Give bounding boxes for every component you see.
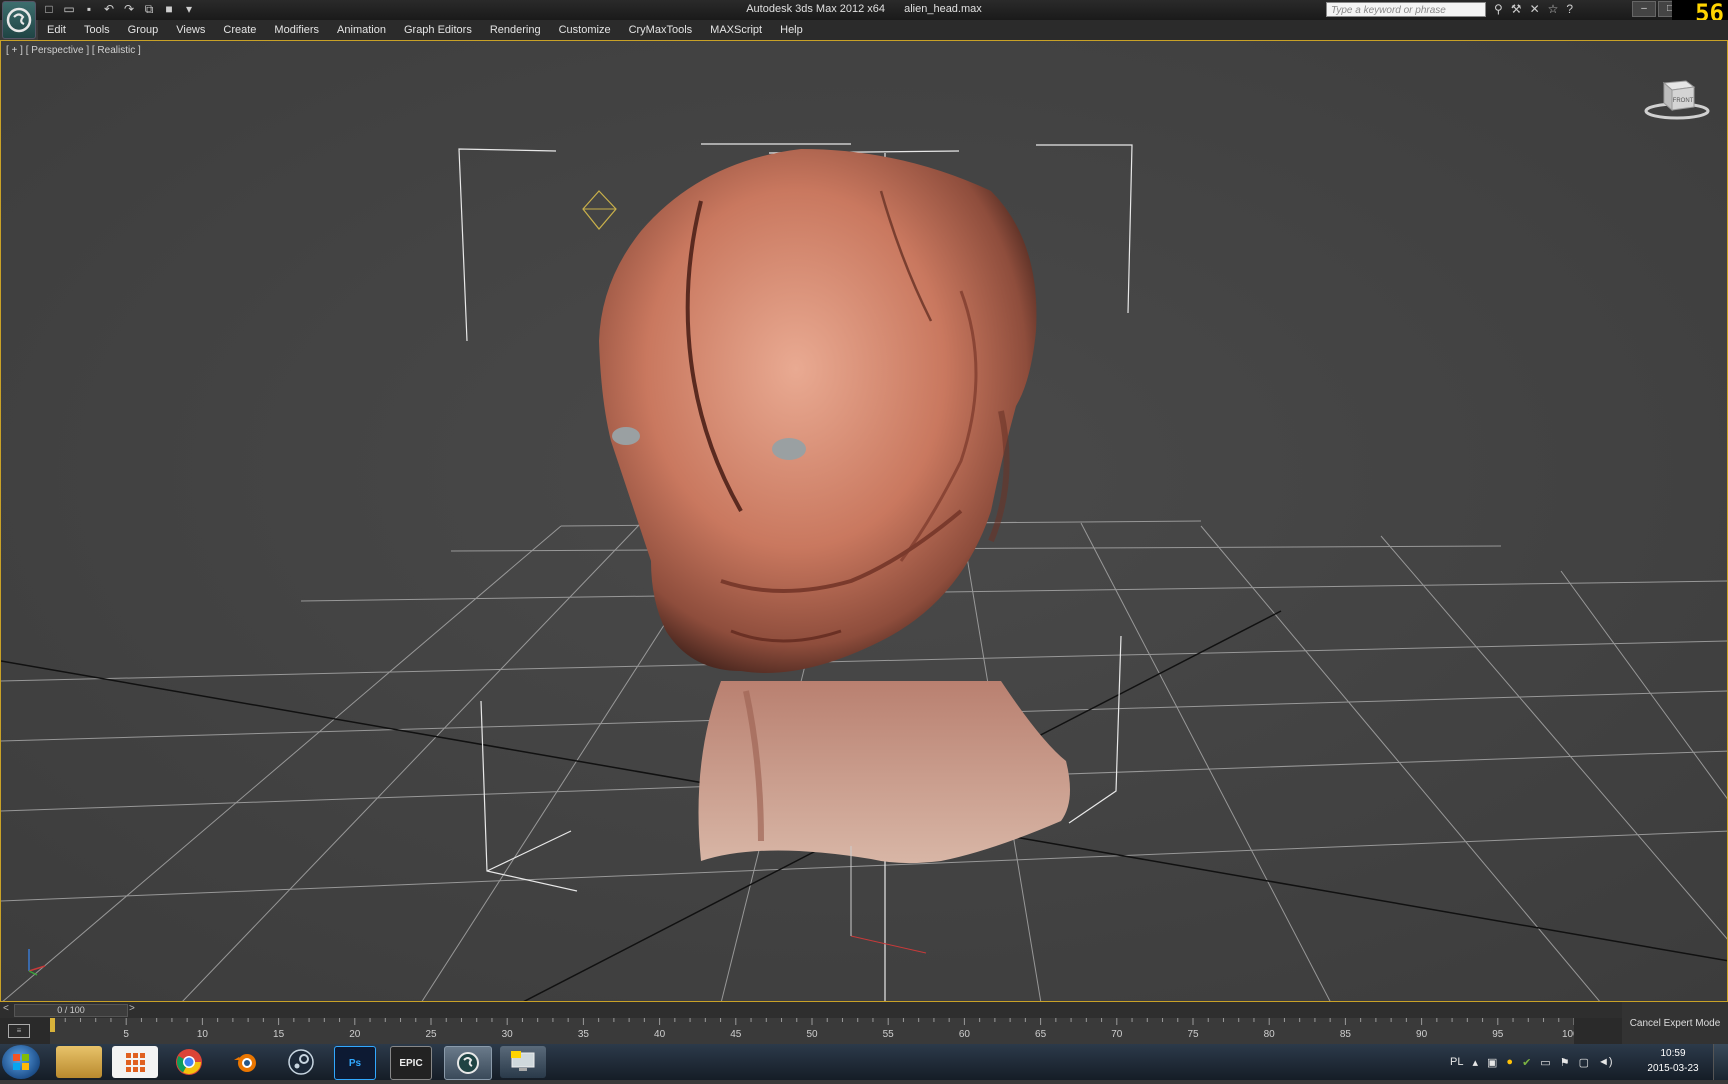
ruler-tick-label: 30 bbox=[502, 1029, 514, 1040]
wrench-icon[interactable]: ⚒ bbox=[1511, 2, 1522, 16]
clock[interactable]: 10:59 2015-03-23 bbox=[1636, 1046, 1710, 1076]
time-slider[interactable]: 0 / 100 bbox=[14, 1004, 128, 1017]
menu-bar: Edit Tools Group Views Create Modifiers … bbox=[38, 20, 1728, 40]
curve-editor-icon[interactable]: ≡ bbox=[8, 1024, 30, 1038]
explorer-icon[interactable] bbox=[56, 1046, 102, 1078]
title-bar: □ ▭ ▪ ↶ ↷ ⧉ ■ ▾ Autodesk 3ds Max 2012 x6… bbox=[0, 0, 1728, 26]
photoshop-icon[interactable]: Ps bbox=[334, 1046, 376, 1080]
menu-group[interactable]: Group bbox=[119, 24, 168, 36]
tray-network-icon[interactable]: ▣ bbox=[1487, 1056, 1497, 1069]
next-frame-button[interactable]: > bbox=[129, 1003, 135, 1014]
menu-maxscript[interactable]: MAXScript bbox=[701, 24, 771, 36]
ruler-tick-label: 90 bbox=[1416, 1029, 1428, 1040]
menu-tools[interactable]: Tools bbox=[75, 24, 119, 36]
ruler-tick-label: 95 bbox=[1492, 1029, 1504, 1040]
sign-in-icon[interactable]: ✕ bbox=[1530, 2, 1540, 16]
viewcube-face-label: FRONT bbox=[1673, 98, 1694, 104]
ruler-tick-label: 85 bbox=[1340, 1029, 1352, 1040]
clock-date: 2015-03-23 bbox=[1647, 1063, 1699, 1074]
steam-icon[interactable] bbox=[278, 1046, 324, 1078]
ruler-tick-label: 50 bbox=[806, 1029, 818, 1040]
language-indicator[interactable]: PL bbox=[1450, 1056, 1463, 1068]
application-button[interactable] bbox=[2, 1, 36, 39]
menu-graph-editors[interactable]: Graph Editors bbox=[395, 24, 481, 36]
tray-flag-icon[interactable]: ⚑ bbox=[1560, 1056, 1570, 1069]
menu-help[interactable]: Help bbox=[771, 24, 812, 36]
perspective-viewport[interactable]: [ + ] [ Perspective ] [ Realistic ] FRON… bbox=[0, 40, 1728, 1002]
menu-crymaxtools[interactable]: CryMaxTools bbox=[620, 24, 702, 36]
ruler-tick-label: 35 bbox=[578, 1029, 590, 1040]
menu-views[interactable]: Views bbox=[167, 24, 214, 36]
time-slider-bar: < 0 / 100 > bbox=[0, 1002, 1622, 1018]
ruler-tick-label: 40 bbox=[654, 1029, 666, 1040]
system-tray: PL ▴ ▣ ● ✔ ▭ ⚑ ▢ ◄) bbox=[1450, 1044, 1613, 1080]
tray-volume-icon[interactable]: ◄) bbox=[1598, 1056, 1613, 1068]
tray-monitor-icon[interactable]: ▭ bbox=[1540, 1056, 1550, 1069]
track-bar: ≡ 5 10 15 20 25 30 35 40 45 50 55 60 65 70 75 80 85 90 95 1… bbox=[0, 1018, 1622, 1044]
viewcube-icon[interactable]: FRONT bbox=[1644, 73, 1710, 121]
apps-icon[interactable] bbox=[112, 1046, 158, 1078]
menu-create[interactable]: Create bbox=[214, 24, 265, 36]
minimize-button[interactable]: – bbox=[1632, 1, 1656, 17]
epic-games-icon[interactable]: EPIC bbox=[390, 1046, 432, 1080]
ruler-tick-label: 10 bbox=[197, 1029, 209, 1040]
prev-frame-button[interactable]: < bbox=[3, 1003, 9, 1014]
menu-customize[interactable]: Customize bbox=[550, 24, 620, 36]
ruler-tick-label: 80 bbox=[1264, 1029, 1276, 1040]
monitor-logo-icon bbox=[511, 1051, 535, 1071]
blender-icon[interactable] bbox=[222, 1046, 268, 1078]
ruler-tick-label: 20 bbox=[349, 1029, 361, 1040]
show-desktop-button[interactable] bbox=[1713, 1044, 1728, 1080]
infocenter-icons: ⚲ ⚒ ✕ ☆ ? bbox=[1494, 2, 1573, 16]
clock-time: 10:59 bbox=[1660, 1048, 1686, 1059]
menu-animation[interactable]: Animation bbox=[328, 24, 395, 36]
monitor-icon[interactable] bbox=[500, 1046, 546, 1078]
viewport-scene bbox=[1, 41, 1727, 1001]
chrome-icon[interactable] bbox=[166, 1046, 212, 1078]
ruler-tick-label: 45 bbox=[730, 1029, 742, 1040]
right-eye bbox=[772, 438, 806, 460]
blender-logo-icon bbox=[234, 1054, 256, 1072]
ruler-tick-label: 75 bbox=[1187, 1029, 1199, 1040]
ruler-tick-label: 5 bbox=[123, 1029, 129, 1040]
ruler-tick-label: 100 bbox=[1562, 1029, 1574, 1040]
current-frame-marker[interactable] bbox=[50, 1018, 55, 1032]
steam-logo-icon bbox=[288, 1049, 314, 1075]
binoculars-icon[interactable]: ⚲ bbox=[1494, 2, 1503, 16]
help-icon[interactable]: ? bbox=[1566, 2, 1573, 16]
tray-check-icon[interactable]: ✔ bbox=[1522, 1056, 1531, 1069]
ruler-tick-label: 15 bbox=[273, 1029, 285, 1040]
viewport-label[interactable]: [ + ] [ Perspective ] [ Realistic ] bbox=[6, 45, 141, 56]
menu-rendering[interactable]: Rendering bbox=[481, 24, 550, 36]
3dsmax-icon[interactable] bbox=[444, 1046, 492, 1080]
tray-expand-icon[interactable]: ▴ bbox=[1472, 1056, 1478, 1069]
menu-edit[interactable]: Edit bbox=[38, 24, 75, 36]
app-name: Autodesk 3ds Max 2012 x64 bbox=[746, 3, 886, 15]
frame-ruler[interactable]: 5 10 15 20 25 30 35 40 45 50 55 60 65 70 75 80 85 90 95 100 bbox=[50, 1018, 1574, 1044]
ruler-tick-label: 65 bbox=[1035, 1029, 1047, 1040]
3dsmax-taskbar-logo-icon bbox=[457, 1052, 479, 1074]
chrome-logo-icon bbox=[176, 1049, 202, 1075]
favorites-star-icon[interactable]: ☆ bbox=[1548, 2, 1559, 16]
menu-modifiers[interactable]: Modifiers bbox=[265, 24, 328, 36]
tray-display-icon[interactable]: ▢ bbox=[1579, 1056, 1589, 1069]
grid-icon bbox=[126, 1053, 145, 1072]
ruler-tick-label: 60 bbox=[959, 1029, 971, 1040]
left-eye bbox=[612, 427, 640, 445]
file-name: alien_head.max bbox=[904, 3, 982, 15]
3dsmax-logo-icon bbox=[6, 7, 32, 33]
start-button[interactable] bbox=[2, 1045, 40, 1079]
ruler-tick-label: 55 bbox=[883, 1029, 895, 1040]
search-input[interactable]: Type a keyword or phrase bbox=[1326, 2, 1486, 17]
cancel-expert-mode-button[interactable]: Cancel Expert Mode bbox=[1622, 1002, 1728, 1044]
windows-logo-icon bbox=[13, 1054, 29, 1070]
ruler-tick-label: 25 bbox=[425, 1029, 437, 1040]
windows-taskbar: Ps EPIC PL ▴ ▣ ● ✔ ▭ ⚑ ▢ ◄) 10:59 2015-0… bbox=[0, 1044, 1728, 1080]
ruler-tick-label: 70 bbox=[1111, 1029, 1123, 1040]
tray-norton-icon[interactable]: ● bbox=[1506, 1056, 1513, 1068]
